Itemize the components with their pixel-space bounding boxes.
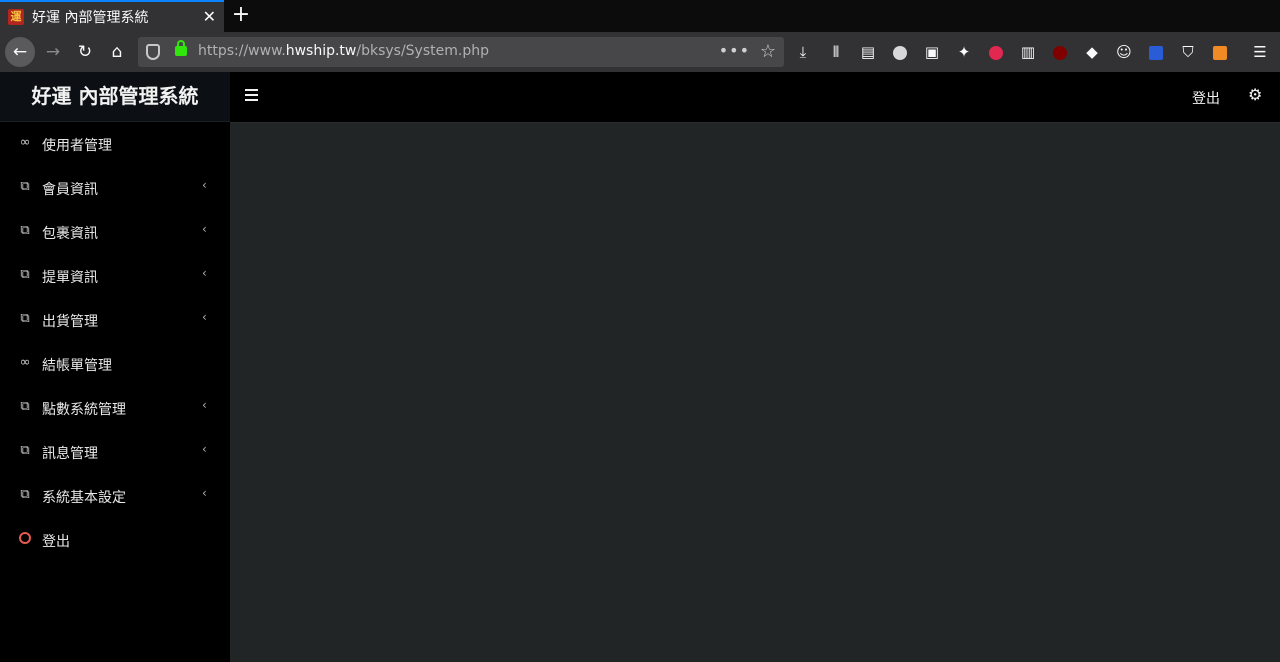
bookmark-star-icon[interactable]: ☆	[760, 41, 776, 62]
sidebar-item[interactable]: ⧉ 提單資訊 ‹	[0, 254, 230, 298]
sidebar-menu: ∞ 使用者管理 ⧉ 會員資訊 ‹ ⧉ 包裹資訊 ‹ ⧉ 提單資訊 ‹ ⧉ 出貨管理 ‹ ∞ 結帳單管理 ⧉ 點數系…	[0, 122, 230, 562]
sidebar-item[interactable]: ⧉ 訊息管理 ‹	[0, 430, 230, 474]
privacy-shield-icon[interactable]: ⛉	[1177, 41, 1199, 63]
extension-cube-icon[interactable]: ◆	[1081, 41, 1103, 63]
gears-icon[interactable]: ⚙	[1248, 85, 1262, 104]
url-text[interactable]: https://www.hwship.tw/bksys/System.php	[198, 43, 489, 59]
sidebar-item[interactable]: ⧉ 會員資訊 ‹	[0, 166, 230, 210]
sidebar-icon[interactable]: ▤	[857, 41, 879, 63]
sidebar-item[interactable]: ⧉ 點數系統管理 ‹	[0, 386, 230, 430]
download-icon[interactable]: ⤓	[792, 41, 814, 63]
sidebar-item-label: 出貨管理	[42, 314, 98, 330]
copy-icon: ⧉	[20, 267, 30, 282]
chevron-left-icon: ‹	[202, 486, 207, 500]
copy-icon: ⧉	[20, 223, 30, 238]
browser-nav-bar: ← → ↻ ⌂ https://www.hwship.tw/bksys/Syst…	[0, 32, 1280, 72]
ublock-icon[interactable]	[1049, 41, 1071, 63]
link-icon: ∞	[19, 135, 31, 150]
brand-title[interactable]: 好運 內部管理系統	[0, 72, 230, 122]
reload-icon[interactable]: ↻	[70, 37, 100, 67]
sidebar-item[interactable]: ⧉ 系統基本設定 ‹	[0, 474, 230, 518]
sidebar-item-label: 點數系統管理	[42, 402, 126, 418]
copy-icon: ⧉	[20, 443, 30, 458]
library-icon[interactable]: ⫴	[825, 41, 847, 63]
extension-puzzle-icon[interactable]: ✦	[953, 41, 975, 63]
sidebar-item-label: 會員資訊	[42, 182, 98, 198]
extension-face-icon[interactable]: ☺	[1113, 41, 1135, 63]
page-actions-icon[interactable]: •••	[719, 41, 750, 60]
sidebar: 好運 內部管理系統 ∞ 使用者管理 ⧉ 會員資訊 ‹ ⧉ 包裹資訊 ‹ ⧉ 提單資訊 ‹ ⧉ 出貨管理 ‹…	[0, 72, 230, 662]
new-tab-button[interactable]: +	[230, 4, 252, 26]
sidebar-item[interactable]: ⧉ 出貨管理 ‹	[0, 298, 230, 342]
logout-link[interactable]: 登出	[1192, 88, 1220, 108]
back-arrow-icon[interactable]: ←	[5, 37, 35, 67]
copy-icon: ⧉	[20, 179, 30, 194]
sidebar-toggle-icon[interactable]	[245, 89, 258, 101]
browser-tab-bar: 運 好運 內部管理系統 ✕ +	[0, 0, 1280, 32]
extension-blue-icon[interactable]	[1145, 41, 1167, 63]
extension-alert-icon[interactable]	[985, 41, 1007, 63]
sidebar-item-label: 訊息管理	[42, 446, 98, 462]
sidebar-item-label: 結帳單管理	[42, 358, 112, 374]
home-icon[interactable]: ⌂	[102, 37, 132, 67]
forward-arrow-icon[interactable]: →	[38, 37, 68, 67]
chevron-left-icon: ‹	[202, 222, 207, 236]
extension-cup-icon[interactable]	[1209, 41, 1231, 63]
chevron-left-icon: ‹	[202, 266, 207, 280]
sidebar-item-label: 系統基本設定	[42, 490, 126, 506]
copy-icon: ⧉	[20, 311, 30, 326]
sidebar-item[interactable]: ∞ 結帳單管理	[0, 342, 230, 386]
hamburger-menu-icon[interactable]: ☰	[1249, 41, 1271, 63]
tracking-shield-icon[interactable]	[146, 44, 160, 60]
close-tab-icon[interactable]: ✕	[203, 8, 216, 26]
address-bar[interactable]: https://www.hwship.tw/bksys/System.php •…	[138, 37, 784, 67]
tab-title: 好運 內部管理系統	[32, 10, 149, 26]
extension-m-icon[interactable]	[889, 41, 911, 63]
main-content	[230, 123, 1280, 662]
favicon-icon: 運	[8, 9, 24, 25]
extension-container-icon[interactable]: ▣	[921, 41, 943, 63]
chevron-left-icon: ‹	[202, 442, 207, 456]
circle-icon	[18, 532, 32, 546]
copy-icon: ⧉	[20, 399, 30, 414]
top-bar: 登出 ⚙	[230, 72, 1280, 123]
sidebar-item[interactable]: ∞ 使用者管理	[0, 122, 230, 166]
lock-icon[interactable]	[175, 40, 187, 56]
copy-icon: ⧉	[20, 487, 30, 502]
sidebar-item[interactable]: 登出	[0, 518, 230, 562]
extension-fence-icon[interactable]: ▥	[1017, 41, 1039, 63]
chevron-left-icon: ‹	[202, 398, 207, 412]
sidebar-item-label: 提單資訊	[42, 270, 98, 286]
chevron-left-icon: ‹	[202, 178, 207, 192]
sidebar-item-label: 登出	[42, 534, 70, 550]
link-icon: ∞	[19, 355, 31, 370]
sidebar-item[interactable]: ⧉ 包裹資訊 ‹	[0, 210, 230, 254]
sidebar-item-label: 使用者管理	[42, 138, 112, 154]
sidebar-item-label: 包裹資訊	[42, 226, 98, 242]
browser-tab-active[interactable]: 運 好運 內部管理系統 ✕	[0, 0, 224, 32]
chevron-left-icon: ‹	[202, 310, 207, 324]
